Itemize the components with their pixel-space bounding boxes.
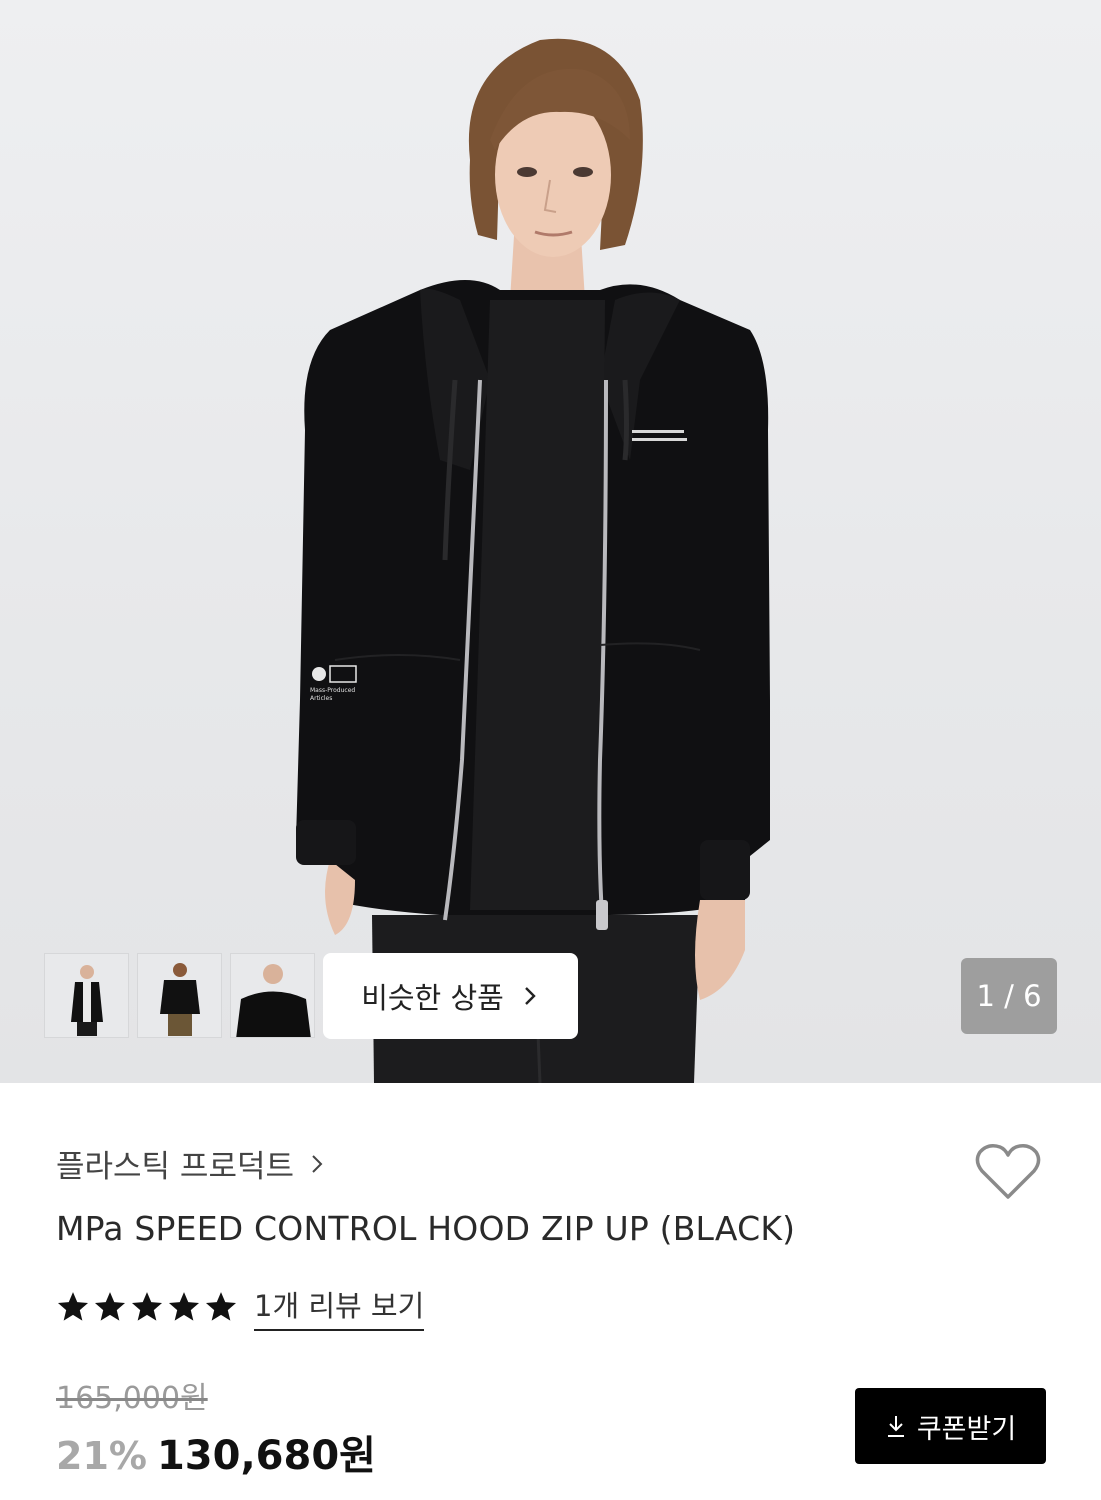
product-title: MPa SPEED CONTROL HOOD ZIP UP (BLACK) — [56, 1209, 796, 1248]
download-icon — [887, 1416, 904, 1437]
thumbnail-strip — [44, 953, 315, 1038]
similar-products-button[interactable]: 비슷한 상품 — [323, 953, 578, 1039]
similar-products-label: 비슷한 상품 — [361, 981, 504, 1015]
svg-text:Articles: Articles — [310, 695, 332, 702]
thumbnail-1[interactable] — [44, 953, 129, 1038]
price-row: 21% 130,680원 — [56, 1423, 376, 1481]
thumbnail-3[interactable] — [230, 953, 315, 1038]
product-image-gallery[interactable]: Mass-Produced Articles 비슷한 상품 1 / 6 — [0, 0, 1101, 1083]
thumbnail-2[interactable] — [137, 953, 222, 1038]
star-rating — [56, 1290, 238, 1324]
star-icon — [57, 1292, 89, 1321]
discount-rate: 21% — [56, 1434, 147, 1478]
star-icon — [205, 1292, 237, 1321]
star-icon — [94, 1292, 126, 1321]
rating-row: 1개 리뷰 보기 — [56, 1283, 425, 1331]
brand-name: 플라스틱 프로덕트 — [56, 1149, 295, 1185]
coupon-button[interactable]: 쿠폰받기 — [855, 1388, 1046, 1464]
image-counter: 1 / 6 — [961, 958, 1057, 1034]
brand-link[interactable]: 플라스틱 프로덕트 — [56, 1141, 326, 1186]
product-info: 플라스틱 프로덕트 MPa SPEED CONTROL HOOD ZIP UP … — [0, 1083, 1101, 1500]
svg-text:Mass-Produced: Mass-Produced — [310, 687, 355, 694]
review-link[interactable]: 1개 리뷰 보기 — [254, 1283, 425, 1331]
heart-icon[interactable] — [974, 1141, 1042, 1201]
coupon-label: 쿠폰받기 — [916, 1413, 1017, 1445]
product-photo: Mass-Produced Articles — [296, 38, 770, 1083]
star-icon — [168, 1292, 200, 1321]
chevron-right-icon — [312, 1154, 323, 1173]
star-icon — [131, 1292, 163, 1321]
original-price: 165,000원 — [56, 1381, 208, 1416]
sale-price: 130,680원 — [156, 1433, 376, 1479]
chevron-right-icon — [524, 987, 536, 1005]
